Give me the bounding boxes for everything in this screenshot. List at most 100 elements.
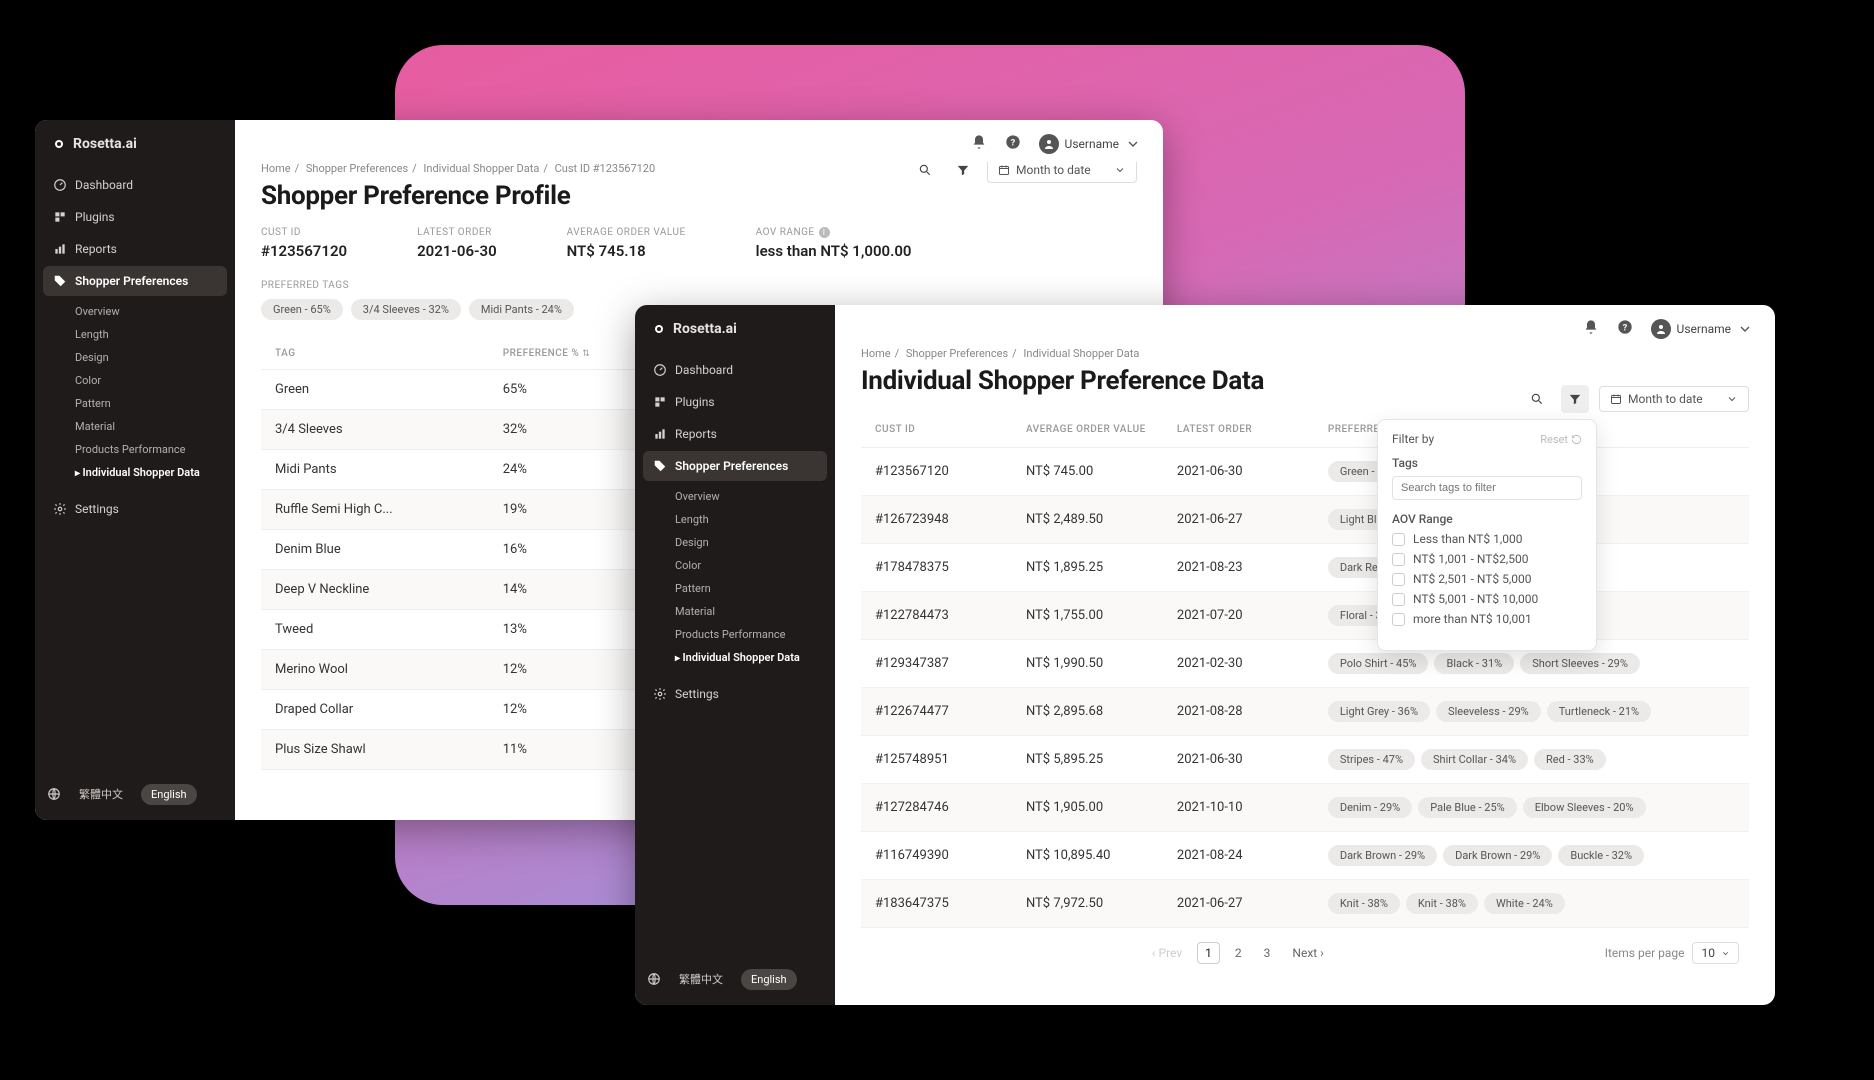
filter-button[interactable] xyxy=(949,162,977,184)
table-row[interactable]: #125748951NT$ 5,895.252021-06-30Stripes … xyxy=(861,736,1749,784)
tags-search-input[interactable] xyxy=(1392,476,1582,500)
subnav-length[interactable]: Length xyxy=(665,508,827,531)
crumb[interactable]: Home xyxy=(861,347,891,360)
tag-chip[interactable]: Dark Brown - 29% xyxy=(1443,845,1552,866)
help-icon[interactable]: ? xyxy=(1617,319,1633,339)
subnav-design[interactable]: Design xyxy=(665,531,827,554)
section-label: PREFERRED TAGS xyxy=(261,280,1137,291)
tag-chip[interactable]: Midi Pants - 24% xyxy=(469,299,574,320)
user-menu[interactable]: Username xyxy=(1039,134,1141,154)
tag-chip[interactable]: Shirt Collar - 34% xyxy=(1421,749,1528,770)
tag-chip[interactable]: Denim - 29% xyxy=(1328,797,1412,818)
tag-chip[interactable]: Elbow Sleeves - 20% xyxy=(1523,797,1646,818)
nav-reports[interactable]: Reports xyxy=(643,419,827,449)
reset-button[interactable]: Reset xyxy=(1540,433,1582,446)
tag-chip[interactable]: Green - 65% xyxy=(261,299,343,320)
table-row[interactable]: #122784473NT$ 1,755.002021-07-20Floral -… xyxy=(861,592,1749,640)
date-range-picker[interactable]: Month to date xyxy=(987,162,1137,183)
table-row[interactable]: #127284746NT$ 1,905.002021-10-10Denim - … xyxy=(861,784,1749,832)
nav-shopper-preferences[interactable]: Shopper Preferences xyxy=(43,266,227,296)
aov-option[interactable]: NT$ 1,001 - NT$2,500 xyxy=(1392,552,1582,566)
tag-chip[interactable]: Buckle - 32% xyxy=(1558,845,1644,866)
prev-button[interactable]: ‹ Prev xyxy=(1145,943,1189,963)
tag-chip[interactable]: Sleeveless - 29% xyxy=(1436,701,1541,722)
subnav-material[interactable]: Material xyxy=(665,600,827,623)
subnav-products-performance[interactable]: Products Performance xyxy=(665,623,827,646)
tag-chip[interactable]: White - 24% xyxy=(1484,893,1565,914)
metric-aov: AVERAGE ORDER VALUE NT$ 745.18 xyxy=(567,227,686,260)
subnav-length[interactable]: Length xyxy=(65,323,227,346)
user-menu[interactable]: Username xyxy=(1651,319,1753,339)
page-3[interactable]: 3 xyxy=(1257,943,1278,963)
subnav-color[interactable]: Color xyxy=(665,554,827,577)
aov-option[interactable]: NT$ 5,001 - NT$ 10,000 xyxy=(1392,592,1582,606)
subnav-overview[interactable]: Overview xyxy=(665,485,827,508)
subnav-individual-shopper-data[interactable]: Individual Shopper Data xyxy=(65,461,227,484)
col-aov[interactable]: AVERAGE ORDER VALUE xyxy=(1012,412,1163,448)
table-row[interactable]: #183647375NT$ 7,972.502021-06-27Knit - 3… xyxy=(861,880,1749,928)
tag-chip[interactable]: Short Sleeves - 29% xyxy=(1520,653,1640,674)
crumb[interactable]: Individual Shopper Data xyxy=(423,162,539,175)
lang-zh[interactable]: 繁體中文 xyxy=(69,782,133,806)
table-row[interactable]: #116749390NT$ 10,895.402021-08-24Dark Br… xyxy=(861,832,1749,880)
search-button[interactable] xyxy=(911,162,939,184)
nav-dashboard[interactable]: Dashboard xyxy=(643,355,827,385)
nav-settings[interactable]: Settings xyxy=(643,679,827,709)
aov-option[interactable]: more than NT$ 10,001 xyxy=(1392,612,1582,626)
subnav-color[interactable]: Color xyxy=(65,369,227,392)
date-range-picker[interactable]: Month to date xyxy=(1599,386,1749,412)
next-button[interactable]: Next › xyxy=(1285,943,1330,963)
crumb[interactable]: Shopper Preferences xyxy=(306,162,408,175)
aov-option[interactable]: NT$ 2,501 - NT$ 5,000 xyxy=(1392,572,1582,586)
subnav-individual-shopper-data[interactable]: Individual Shopper Data xyxy=(665,646,827,669)
tag-chip[interactable]: Light Grey - 36% xyxy=(1328,701,1430,722)
cell-latest: 2021-10-10 xyxy=(1163,784,1314,832)
ipp-select[interactable]: 10 xyxy=(1692,942,1739,964)
tag-icon xyxy=(653,459,667,473)
tag-chip[interactable]: Dark Brown - 29% xyxy=(1328,845,1437,866)
col-cust-id[interactable]: CUST ID xyxy=(861,412,1012,448)
nav-dashboard[interactable]: Dashboard xyxy=(43,170,227,200)
col-tag[interactable]: TAG xyxy=(261,338,489,370)
nav-shopper-preferences[interactable]: Shopper Preferences xyxy=(643,451,827,481)
search-button[interactable] xyxy=(1523,385,1551,413)
lang-zh[interactable]: 繁體中文 xyxy=(669,967,733,991)
tag-chip[interactable]: 3/4 Sleeves - 32% xyxy=(351,299,461,320)
tag-chip[interactable]: Red - 33% xyxy=(1534,749,1606,770)
lang-en[interactable]: English xyxy=(741,969,797,990)
crumb[interactable]: Shopper Preferences xyxy=(906,347,1008,360)
table-row[interactable]: #123567120NT$ 745.002021-06-30Green - 65… xyxy=(861,448,1749,496)
tag-chip[interactable]: Pale Blue - 25% xyxy=(1418,797,1516,818)
bell-icon[interactable] xyxy=(1583,319,1599,339)
filter-button[interactable] xyxy=(1561,385,1589,413)
subnav-pattern[interactable]: Pattern xyxy=(665,577,827,600)
subnav-products-performance[interactable]: Products Performance xyxy=(65,438,227,461)
table-row[interactable]: #129347387NT$ 1,990.502021-02-30Polo Shi… xyxy=(861,640,1749,688)
nav-reports[interactable]: Reports xyxy=(43,234,227,264)
nav-settings[interactable]: Settings xyxy=(43,494,227,524)
crumb[interactable]: Home xyxy=(261,162,291,175)
tag-chip[interactable]: Turtleneck - 21% xyxy=(1547,701,1651,722)
tag-chip[interactable]: Stripes - 47% xyxy=(1328,749,1415,770)
tag-chip[interactable]: Knit - 38% xyxy=(1328,893,1400,914)
table-row[interactable]: #122674477NT$ 2,895.682021-08-28Light Gr… xyxy=(861,688,1749,736)
nav-plugins[interactable]: Plugins xyxy=(643,387,827,417)
subnav-material[interactable]: Material xyxy=(65,415,227,438)
subnav-overview[interactable]: Overview xyxy=(65,300,227,323)
table-row[interactable]: #126723948NT$ 2,489.502021-06-27Light Bl… xyxy=(861,496,1749,544)
table-row[interactable]: #178478375NT$ 1,895.252021-08-23Dark Red… xyxy=(861,544,1749,592)
subnav-pattern[interactable]: Pattern xyxy=(65,392,227,415)
info-icon[interactable]: i xyxy=(819,227,830,238)
tag-chip[interactable]: Knit - 38% xyxy=(1406,893,1478,914)
page-1[interactable]: 1 xyxy=(1197,942,1220,964)
col-latest[interactable]: LATEST ORDER xyxy=(1163,412,1314,448)
aov-option[interactable]: Less than NT$ 1,000 xyxy=(1392,532,1582,546)
lang-en[interactable]: English xyxy=(141,784,197,805)
subnav-design[interactable]: Design xyxy=(65,346,227,369)
tag-chip[interactable]: Black - 31% xyxy=(1434,653,1514,674)
bell-icon[interactable] xyxy=(971,134,987,154)
nav-plugins[interactable]: Plugins xyxy=(43,202,227,232)
page-2[interactable]: 2 xyxy=(1228,943,1249,963)
help-icon[interactable]: ? xyxy=(1005,134,1021,154)
tag-chip[interactable]: Polo Shirt - 45% xyxy=(1328,653,1429,674)
